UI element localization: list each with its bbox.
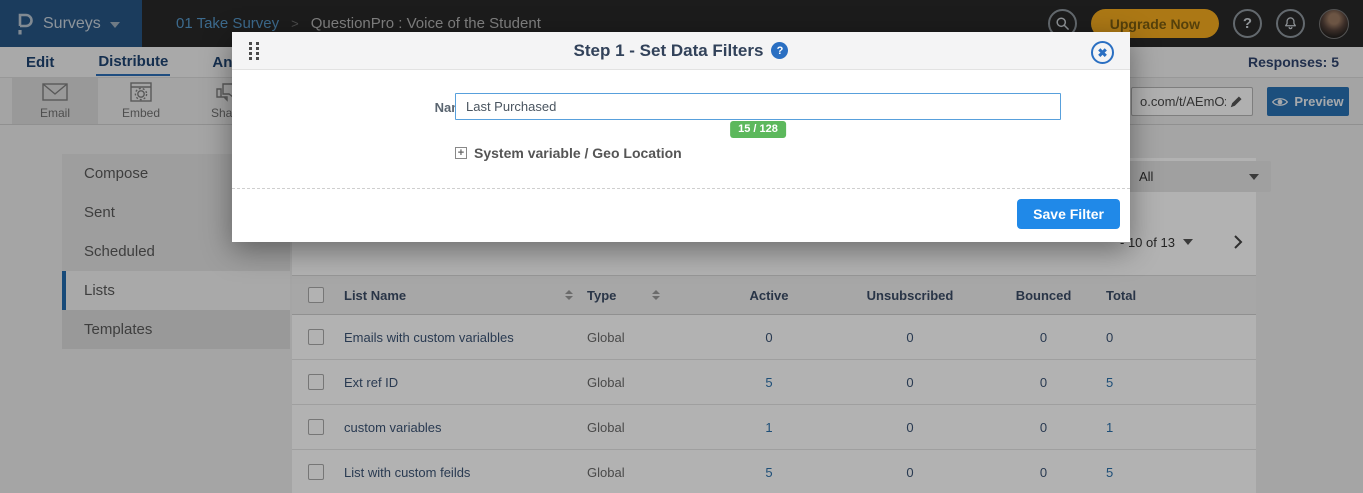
system-variable-expander[interactable]: + System variable / Geo Location xyxy=(455,145,682,161)
modal-header: Step 1 - Set Data Filters ? ✖ xyxy=(232,32,1130,70)
drag-handle-icon[interactable] xyxy=(249,42,259,61)
plus-square-icon: + xyxy=(455,147,467,159)
app-window: Surveys 01 Take Survey > QuestionPro : V… xyxy=(0,0,1363,493)
modal-divider xyxy=(232,188,1130,189)
set-data-filters-modal: Step 1 - Set Data Filters ? ✖ Name 15 / … xyxy=(232,32,1130,242)
filter-name-input[interactable] xyxy=(455,93,1061,120)
close-button[interactable]: ✖ xyxy=(1091,41,1114,64)
close-icon: ✖ xyxy=(1097,46,1107,60)
expander-label: System variable / Geo Location xyxy=(474,145,682,161)
modal-title: Step 1 - Set Data Filters ? xyxy=(574,41,789,61)
help-icon[interactable]: ? xyxy=(771,42,788,59)
char-counter-badge: 15 / 128 xyxy=(730,121,786,138)
save-filter-button[interactable]: Save Filter xyxy=(1017,199,1120,229)
